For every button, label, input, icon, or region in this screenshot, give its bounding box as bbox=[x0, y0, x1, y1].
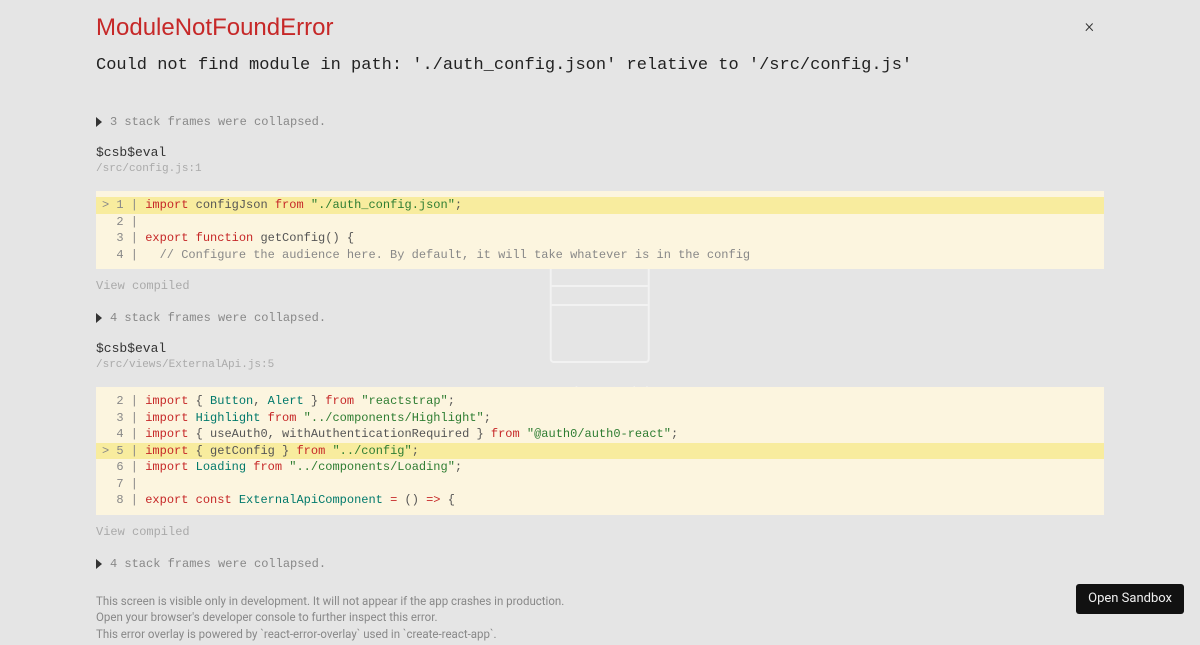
footer-note: This screen is visible only in developme… bbox=[96, 593, 1104, 643]
frame-title: $csb$eval bbox=[96, 145, 1104, 160]
close-button[interactable]: × bbox=[1085, 16, 1094, 37]
code-line: 7 | bbox=[96, 476, 1104, 493]
collapse-text: 3 stack frames were collapsed. bbox=[110, 115, 326, 129]
code-line: 4 | // Configure the audience here. By d… bbox=[96, 247, 1104, 264]
view-compiled-link[interactable]: View compiled bbox=[96, 279, 1104, 293]
chevron-right-icon bbox=[96, 313, 102, 323]
code-block-1: > 1 | import configJson from "./auth_con… bbox=[96, 191, 1104, 269]
code-line: 4 | import { useAuth0, withAuthenticatio… bbox=[96, 426, 1104, 443]
code-line: > 1 | import configJson from "./auth_con… bbox=[96, 197, 1104, 214]
code-line: 8 | export const ExternalApiComponent = … bbox=[96, 492, 1104, 509]
error-message: Could not find module in path: './auth_c… bbox=[96, 56, 1104, 75]
footer-line: Open your browser's developer console to… bbox=[96, 609, 1104, 626]
code-block-2: 2 | import { Button, Alert } from "react… bbox=[96, 387, 1104, 515]
code-line: 6 | import Loading from "../components/L… bbox=[96, 459, 1104, 476]
open-sandbox-label: Open Sandbox bbox=[1088, 591, 1172, 607]
collapse-toggle-2[interactable]: 4 stack frames were collapsed. bbox=[96, 311, 1104, 325]
collapse-text: 4 stack frames were collapsed. bbox=[110, 311, 326, 325]
code-line: 3 | import Highlight from "../components… bbox=[96, 410, 1104, 427]
code-line: > 5 | import { getConfig } from "../conf… bbox=[96, 443, 1104, 460]
error-title: ModuleNotFoundError bbox=[96, 14, 1104, 42]
frame-title: $csb$eval bbox=[96, 341, 1104, 356]
collapse-toggle-3[interactable]: 4 stack frames were collapsed. bbox=[96, 557, 1104, 571]
collapse-toggle-1[interactable]: 3 stack frames were collapsed. bbox=[96, 115, 1104, 129]
open-sandbox-button[interactable]: Open Sandbox bbox=[1076, 584, 1184, 614]
chevron-right-icon bbox=[96, 559, 102, 569]
footer-line: This screen is visible only in developme… bbox=[96, 593, 1104, 610]
collapse-text: 4 stack frames were collapsed. bbox=[110, 557, 326, 571]
code-line: 2 | bbox=[96, 214, 1104, 231]
chevron-right-icon bbox=[96, 117, 102, 127]
view-compiled-link[interactable]: View compiled bbox=[96, 525, 1104, 539]
error-overlay: × ModuleNotFoundError Could not find mod… bbox=[0, 0, 1200, 630]
code-line: 2 | import { Button, Alert } from "react… bbox=[96, 393, 1104, 410]
footer-line: This error overlay is powered by `react-… bbox=[96, 626, 1104, 643]
frame-location[interactable]: /src/config.js:1 bbox=[96, 163, 1104, 175]
code-line: 3 | export function getConfig() { bbox=[96, 230, 1104, 247]
frame-location[interactable]: /src/views/ExternalApi.js:5 bbox=[96, 359, 1104, 371]
